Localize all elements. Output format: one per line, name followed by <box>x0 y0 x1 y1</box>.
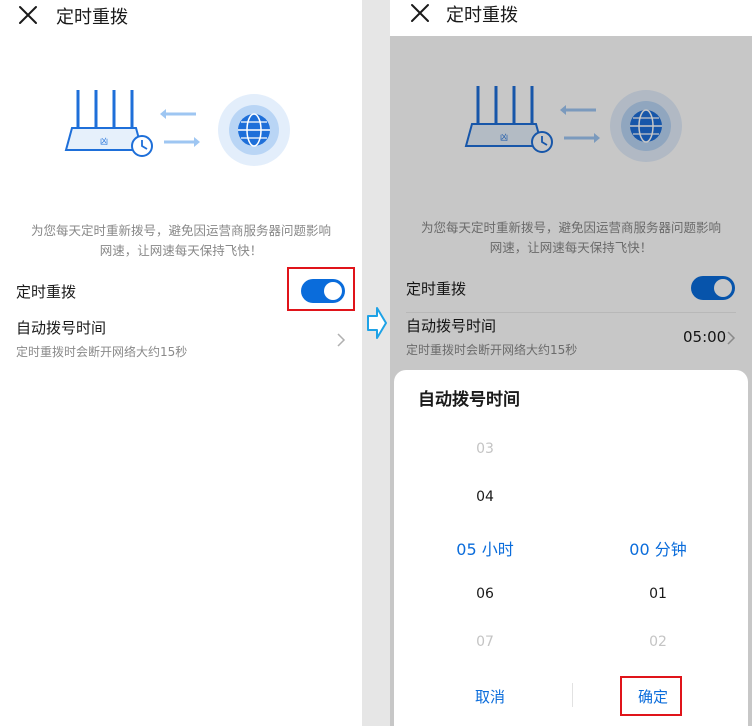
time-picker-sheet: 自动拨号时间 03 04 05 小时 06 07 00 分钟 01 02 取消 … <box>394 370 748 726</box>
page-title: 定时重拨 <box>56 7 128 28</box>
close-icon[interactable] <box>18 5 38 25</box>
feature-description: 为您每天定时重新拨号，避免因运营商服务器问题影响 网速，让网速每天保持飞快！ <box>0 221 362 261</box>
cancel-button[interactable]: 取消 <box>445 686 535 707</box>
auto-dial-time-label[interactable]: 自动拨号时间 <box>16 317 106 338</box>
button-separator <box>572 683 573 707</box>
settings-screen-with-picker: 定时重拨 凶 为您每天定时重新拨号，避免因运营商服务器问题影响 网速，让网速每天… <box>390 0 752 726</box>
picker-title: 自动拨号时间 <box>418 390 520 410</box>
svg-text:凶: 凶 <box>100 137 108 146</box>
chevron-right-icon[interactable] <box>336 333 346 347</box>
close-icon[interactable] <box>410 3 430 23</box>
globe-icon <box>218 94 290 166</box>
minute-option-02[interactable]: 02 <box>598 634 718 650</box>
minute-option-selected[interactable]: 00 分钟 <box>598 536 718 560</box>
description-line-1: 为您每天定时重新拨号，避免因运营商服务器问题影响 <box>30 223 331 238</box>
settings-screen: 定时重拨 凶 为您每天定时重新拨号，避免因运营商服务器问题影响 网速，让网速每天… <box>0 0 362 726</box>
hour-option-04[interactable]: 04 <box>425 489 545 505</box>
router-icon: 凶 <box>64 90 153 157</box>
top-bar: 定时重拨 <box>0 0 362 34</box>
hour-option-07[interactable]: 07 <box>425 634 545 650</box>
highlight-box-toggle <box>287 267 355 311</box>
router-globe-illustration: 凶 <box>64 90 290 166</box>
hour-option-06[interactable]: 06 <box>425 586 545 602</box>
hour-option-03[interactable]: 03 <box>425 441 545 457</box>
page-title: 定时重拨 <box>446 5 518 26</box>
panel-gap <box>362 0 390 726</box>
highlight-box-confirm <box>620 676 682 716</box>
timed-redial-label: 定时重拨 <box>16 283 77 301</box>
description-line-2: 网速，让网速每天保持飞快！ <box>99 243 263 258</box>
arrow-right-icon <box>367 307 387 339</box>
top-bar: 定时重拨 <box>390 0 752 34</box>
hour-option-selected[interactable]: 05 小时 <box>425 536 545 560</box>
auto-dial-time-hint: 定时重拨时会断开网络大约15秒 <box>16 345 188 359</box>
minute-option-01[interactable]: 01 <box>598 586 718 602</box>
